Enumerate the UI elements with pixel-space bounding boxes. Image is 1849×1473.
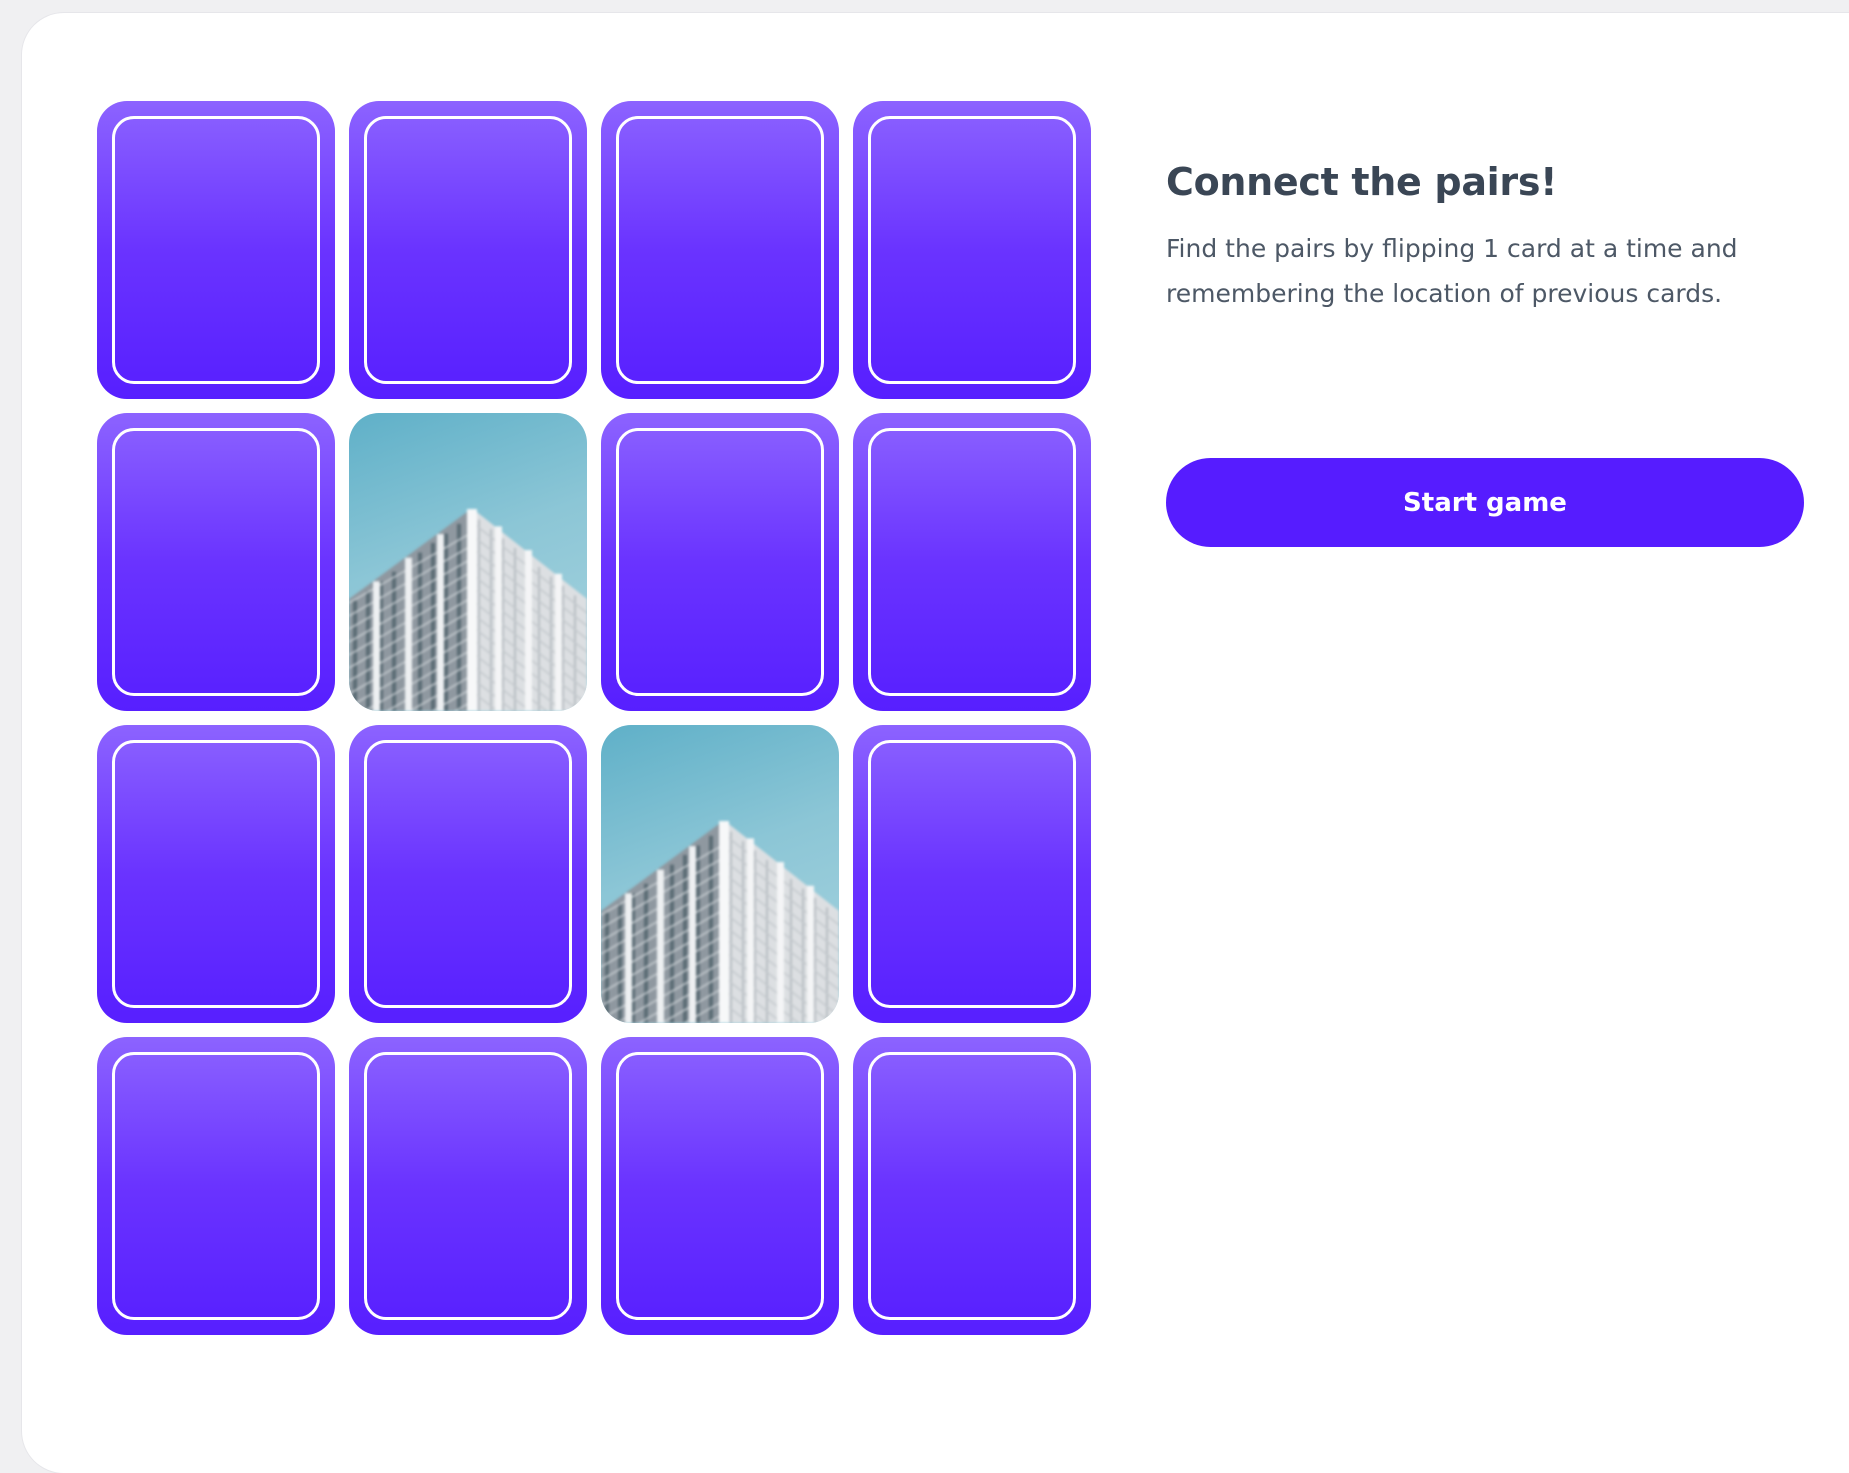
memory-card-face-down[interactable] <box>601 101 839 399</box>
memory-card-face-down[interactable] <box>97 725 335 1023</box>
game-description: Find the pairs by flipping 1 card at a t… <box>1166 234 1738 308</box>
card-back-frame <box>616 1052 824 1320</box>
memory-card-face-down[interactable] <box>853 413 1091 711</box>
card-back-frame <box>616 116 824 384</box>
card-back-frame <box>868 1052 1076 1320</box>
memory-card-face-up[interactable] <box>349 413 587 711</box>
memory-card-face-down[interactable] <box>601 413 839 711</box>
skyscraper-image <box>601 821 839 1023</box>
game-title: Connect the pairs! <box>1166 160 1558 204</box>
memory-card-face-down[interactable] <box>97 101 335 399</box>
memory-card-face-up[interactable] <box>601 725 839 1023</box>
memory-card-grid <box>97 101 1093 1337</box>
card-back-frame <box>868 428 1076 696</box>
memory-card-face-down[interactable] <box>349 725 587 1023</box>
card-back-frame <box>112 1052 320 1320</box>
start-game-button[interactable]: Start game <box>1166 458 1804 547</box>
card-back-frame <box>112 428 320 696</box>
memory-card-face-down[interactable] <box>97 413 335 711</box>
card-back-frame <box>616 428 824 696</box>
memory-card-face-down[interactable] <box>853 725 1091 1023</box>
memory-card-face-down[interactable] <box>853 101 1091 399</box>
card-back-frame <box>112 740 320 1008</box>
card-back-frame <box>868 116 1076 384</box>
memory-card-face-down[interactable] <box>853 1037 1091 1335</box>
card-back-frame <box>112 116 320 384</box>
instructions: Connect the pairs! Find the pairs by fli… <box>1166 160 1806 316</box>
card-back-frame <box>364 116 572 384</box>
skyscraper-image <box>349 509 587 711</box>
card-back-frame <box>868 740 1076 1008</box>
card-back-frame <box>364 740 572 1008</box>
memory-card-face-down[interactable] <box>601 1037 839 1335</box>
card-back-frame <box>364 1052 572 1320</box>
memory-card-face-down[interactable] <box>349 1037 587 1335</box>
memory-card-face-down[interactable] <box>349 101 587 399</box>
memory-card-face-down[interactable] <box>97 1037 335 1335</box>
